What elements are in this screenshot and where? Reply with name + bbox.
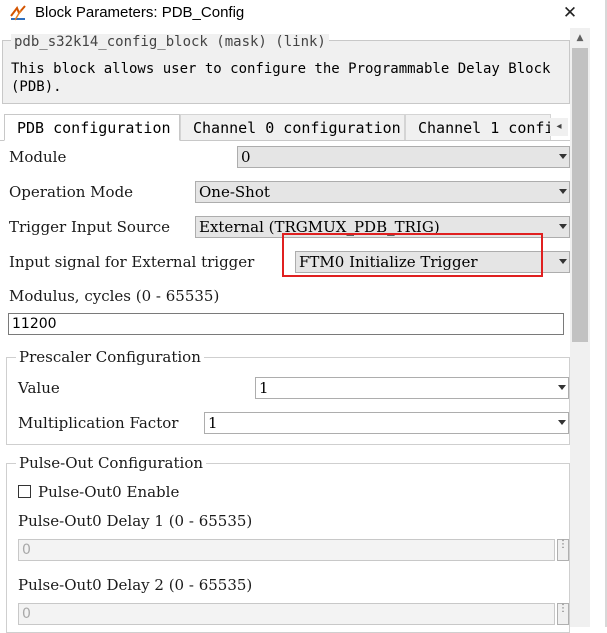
pulse-out0-delay1-label: Pulse-Out0 Delay 1 (0 - 65535) [18,512,253,530]
input-signal-label: Input signal for External trigger [9,253,255,271]
chevron-down-icon [558,385,566,390]
prescaler-value-label: Value [18,379,60,397]
module-value: 0 [241,148,251,166]
module-dropdown[interactable]: 0 [237,146,570,168]
tab-label: Channel 1 configuration [418,119,550,137]
operation-mode-dropdown[interactable]: One-Shot [195,181,570,203]
chevron-down-icon [559,259,567,264]
chevron-down-icon [559,189,567,194]
tab-channel-0-configuration[interactable]: Channel 0 configuration [180,114,405,140]
prescaler-group-title: Prescaler Configuration [16,348,204,366]
input-signal-value: FTM0 Initialize Trigger [299,253,478,271]
tab-scroll-left-icon[interactable]: ◂ [550,118,568,136]
modulus-label: Modulus, cycles (0 - 65535) [9,287,220,305]
multiplication-factor-label: Multiplication Factor [18,414,179,432]
module-label: Module [9,148,67,166]
simulink-block-icon [9,4,27,22]
multiplication-factor-value: 1 [208,414,218,432]
mask-description: This block allows user to configure the … [11,61,551,95]
scrollbar-thumb[interactable] [572,48,588,342]
chevron-down-icon [559,224,567,229]
tab-label: PDB configuration [17,119,171,137]
operation-mode-value: One-Shot [199,183,270,201]
prescaler-value-dropdown[interactable]: 1 [255,377,569,399]
pulse-out0-enable-label: Pulse-Out0 Enable [38,483,180,501]
input-signal-dropdown[interactable]: FTM0 Initialize Trigger [295,251,570,273]
tab-channel-1-configuration[interactable]: Channel 1 configuration [405,114,551,140]
pulse-out0-delay2-input[interactable]: 0 [18,603,555,625]
pulse-out-group-title: Pulse-Out Configuration [16,454,207,472]
trigger-input-source-dropdown[interactable]: External (TRGMUX_PDB_TRIG) [195,216,570,238]
close-icon[interactable]: ✕ [558,2,582,26]
more-options-icon[interactable]: ⋮ [557,603,569,625]
pulse-out0-delay1-input[interactable]: 0 [18,539,555,561]
tab-pdb-configuration[interactable]: PDB configuration [4,114,180,141]
chevron-down-icon [558,420,566,425]
tab-label: Channel 0 configuration [193,119,401,137]
more-options-icon[interactable]: ⋮ [557,539,569,561]
trigger-input-source-value: External (TRGMUX_PDB_TRIG) [199,218,440,236]
pulse-out0-delay2-label: Pulse-Out0 Delay 2 (0 - 65535) [18,576,253,594]
prescaler-value: 1 [259,379,269,397]
pulse-out0-enable-checkbox[interactable] [18,485,31,498]
window-title: Block Parameters: PDB_Config [35,4,245,21]
mask-title: pdb_s32k14_config_block (mask) (link) [11,34,329,50]
scroll-up-icon[interactable]: ▲ [570,30,590,46]
chevron-down-icon [559,154,567,159]
operation-mode-label: Operation Mode [9,183,134,201]
modulus-input[interactable]: 11200 [8,313,564,335]
trigger-input-source-label: Trigger Input Source [9,218,171,236]
multiplication-factor-dropdown[interactable]: 1 [204,412,569,434]
